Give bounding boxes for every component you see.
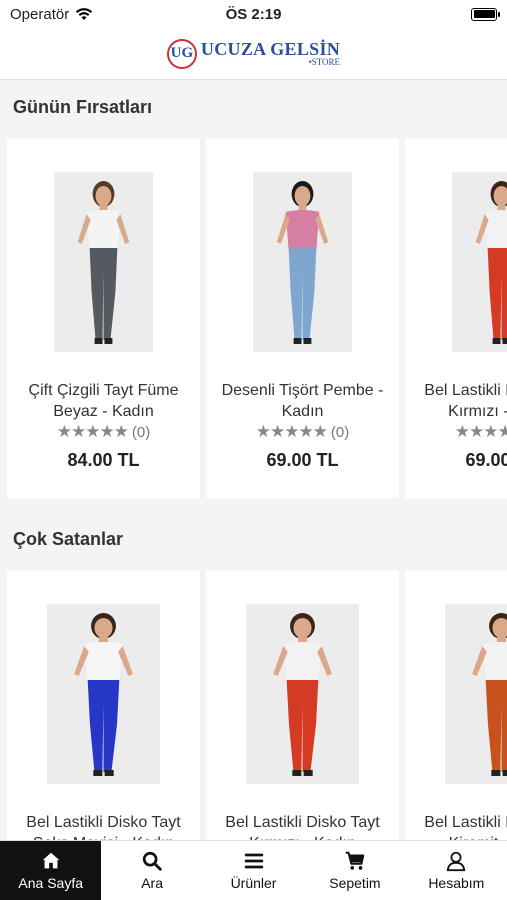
section-title-deals: Günün Fırsatları [13,97,153,117]
product-name: Desenli Tişört Pembe - Kadın [221,382,384,420]
bottom-tab-bar: Ana Sayfa Ara Ürünler Sepetim Hesabım [0,840,507,900]
tab-label: Ara [141,875,163,891]
tab-user[interactable]: Hesabım [406,841,507,900]
star-rating-icon: ★★★★★ [56,422,129,441]
review-count: (0) [131,423,151,441]
cart-icon [345,851,365,870]
product-price: 84.00 TL [67,450,140,470]
product-card[interactable]: Bel Lastikli Disko Tayt Kırmızı - Kadın … [405,138,507,498]
product-name: Bel Lastikli Disko Tayt Kırmızı - Kadın [225,814,380,840]
section-title-bestsellers: Çok Satanlar [13,529,124,549]
product-name: Çift Çizgili Tayt Füme Beyaz - Kadın [28,382,179,420]
carrier-label: Operatör [10,5,70,23]
review-count: (0) [330,423,350,441]
product-card[interactable]: Desenli Tişört Pembe - Kadın ★★★★★ (0) 6… [206,138,399,498]
home-content[interactable]: Günün Fırsatları Çift Çizgili Tayt Füme … [0,80,507,840]
status-left: Operatör [10,6,93,23]
store-logo[interactable]: UG UCUZA GELSİN •STORE [166,38,341,69]
star-rating-icon: ★★★★★ [255,422,328,441]
product-name: Bel Lastikli Disko Tayt Kırmızı - Kadın [424,382,507,420]
tab-search[interactable]: Ara [101,841,202,900]
tab-label: Ana Sayfa [18,875,83,891]
tab-label: Ürünler [230,875,277,891]
tab-home[interactable]: Ana Sayfa [0,841,102,900]
product-name: Bel Lastikli Disko Tayt Saks Mavisi - Ka… [26,814,181,840]
product-price: 69.00 TL [465,450,507,470]
product-image[interactable] [253,172,352,352]
product-rating: ★★★★★ (0) [405,422,507,442]
logo-subtitle: •STORE [308,57,341,67]
home-icon [42,852,59,869]
status-bar: Operatör ÖS 2:19 [0,0,507,28]
product-card[interactable]: Bel Lastikli Disko Tayt Saks Mavisi - Ka… [7,570,200,840]
product-rating: ★★★★★ (0) [7,422,200,442]
app-header: UG UCUZA GELSİN •STORE [0,28,507,80]
tab-label: Hesabım [428,875,485,891]
product-card[interactable]: Bel Lastikli Disko Tayt Kiremit - Kadın [405,570,507,840]
product-image[interactable] [445,604,507,784]
product-card[interactable]: Bel Lastikli Disko Tayt Kırmızı - Kadın [206,570,399,840]
star-rating-icon: ★★★★★ [454,422,507,441]
bestsellers-carousel[interactable]: Bel Lastikli Disko Tayt Saks Mavisi - Ka… [7,570,507,840]
product-price: 69.00 TL [266,450,339,470]
product-image[interactable] [47,604,160,784]
status-time: ÖS 2:19 [225,5,282,23]
deals-carousel[interactable]: Çift Çizgili Tayt Füme Beyaz - Kadın ★★★… [7,138,507,498]
tab-cart[interactable]: Sepetim [304,841,405,900]
product-image[interactable] [246,604,359,784]
battery-icon [471,7,500,21]
search-icon [142,851,162,871]
menu-icon [244,853,263,869]
tab-label: Sepetim [329,875,381,891]
product-rating: ★★★★★ (0) [206,422,399,442]
product-image[interactable] [452,172,507,352]
tab-menu[interactable]: Ürünler [203,841,304,900]
logo-mark: UG [166,38,197,69]
wifi-icon [76,8,93,20]
user-icon [447,851,466,872]
logo-title: UCUZA GELSİN [200,39,341,59]
product-card[interactable]: Çift Çizgili Tayt Füme Beyaz - Kadın ★★★… [7,138,200,498]
product-name: Bel Lastikli Disko Tayt Kiremit - Kadın [424,814,507,840]
product-image[interactable] [54,172,153,352]
